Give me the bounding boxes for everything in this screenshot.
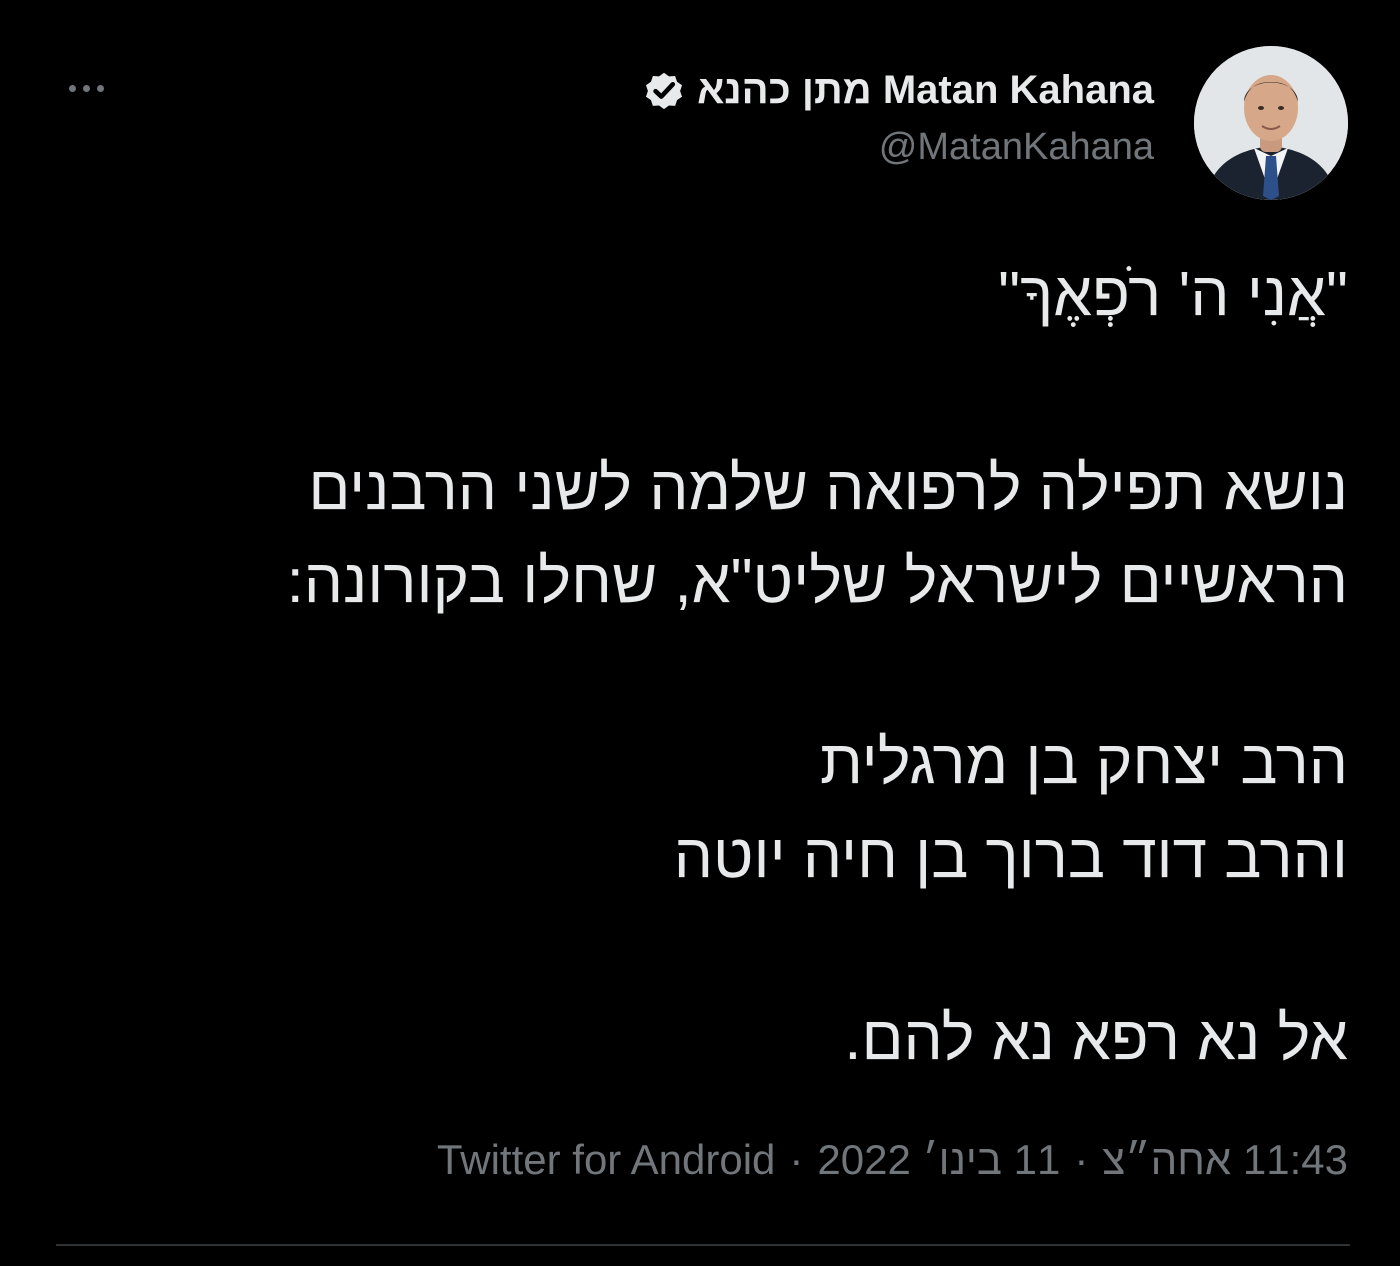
- more-options-button[interactable]: [58, 70, 114, 106]
- tweet-source[interactable]: Twitter for Android: [437, 1136, 775, 1184]
- tweet-text-line: נושא תפילה לרפואה שלמה לשני הרבנים: [308, 454, 1348, 523]
- tweet-text-line: הרב יצחק בן מרגלית: [820, 728, 1348, 797]
- tweet-meta: Twitter for Android · 11 בינו׳ 2022 · 11…: [437, 1136, 1348, 1184]
- tweet-text-line: אל נא רפא נא להם.: [844, 1004, 1348, 1073]
- more-dot: [96, 84, 104, 92]
- verified-badge-icon: [646, 72, 683, 110]
- divider: [56, 1244, 1350, 1246]
- tweet-text-line: "אֲנִי ה' רֹפְאֶךָ": [998, 260, 1348, 329]
- meta-separator: ·: [1074, 1136, 1089, 1183]
- tweet: Matan Kahana מתן כהנא @MatanKahana "אֲנִ…: [0, 0, 1400, 1266]
- avatar-portrait-icon: [1194, 46, 1348, 200]
- display-name[interactable]: Matan Kahana מתן כהנא: [697, 68, 1154, 113]
- avatar[interactable]: [1194, 46, 1348, 200]
- author-name-row[interactable]: Matan Kahana מתן כהנא: [641, 60, 1154, 120]
- meta-separator: ·: [789, 1136, 804, 1183]
- tweet-time[interactable]: 11:43 אחה״צ: [1102, 1136, 1348, 1184]
- tweet-text-line: הראשיים לישראל שליט"א, שחלו בקורונה:: [286, 547, 1348, 616]
- tweet-text-line: והרב דוד ברוך בן חיה יוטה: [673, 822, 1348, 891]
- more-dot: [82, 84, 90, 92]
- author-handle[interactable]: @MatanKahana: [879, 126, 1154, 169]
- tweet-date[interactable]: 11 בינו׳ 2022: [817, 1136, 1060, 1184]
- more-dot: [68, 84, 76, 92]
